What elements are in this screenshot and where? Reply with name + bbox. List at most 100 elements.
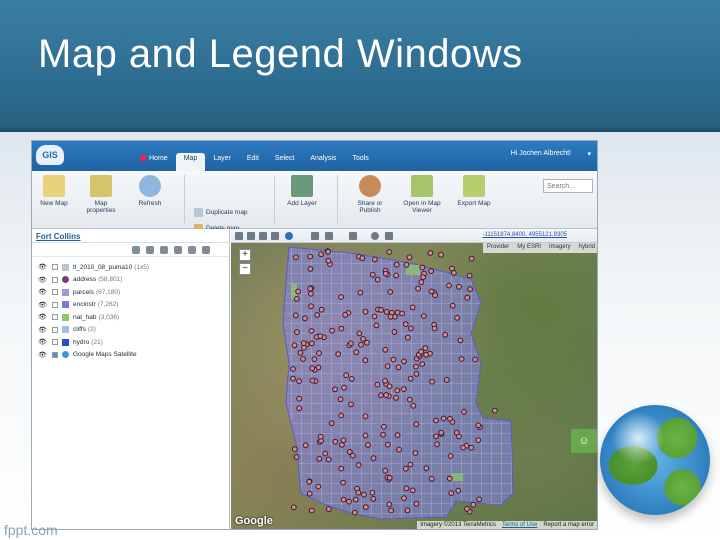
pan-hand-icon[interactable] xyxy=(235,232,243,240)
layer-checkbox[interactable] xyxy=(52,326,58,333)
address-point xyxy=(308,290,314,297)
address-point xyxy=(420,274,427,280)
eye-icon[interactable]: 👁 xyxy=(38,276,48,284)
zoom-out-icon[interactable] xyxy=(259,232,267,240)
map-canvas[interactable]: + − Provider My ESRI Imagery hybrid ☺ Go… xyxy=(231,243,597,529)
address-point xyxy=(393,395,399,401)
list-item[interactable]: 👁 address (58,801) xyxy=(32,274,229,287)
duplicate-map-button[interactable]: Duplicate map xyxy=(194,208,248,217)
tab-layer[interactable]: Layer xyxy=(205,153,239,171)
layer-checkbox[interactable] xyxy=(52,314,58,321)
list-item[interactable]: 👁 encinstr (7,262) xyxy=(32,299,229,312)
eye-icon[interactable]: 👁 xyxy=(38,338,48,346)
tab-select[interactable]: Select xyxy=(267,153,302,171)
address-point xyxy=(446,282,452,289)
edit-icon[interactable] xyxy=(146,246,154,254)
eye-icon[interactable]: 👁 xyxy=(38,326,48,334)
info-icon[interactable] xyxy=(285,232,293,240)
basemap-option[interactable]: Imagery xyxy=(549,244,571,252)
layer-count: (1x5) xyxy=(134,263,150,271)
map-properties-button[interactable]: Map properties xyxy=(80,175,122,214)
layer-checkbox[interactable] xyxy=(52,289,58,296)
settings-icon[interactable] xyxy=(132,246,140,254)
layer-symbol xyxy=(62,276,69,284)
layer-checkbox[interactable] xyxy=(52,276,58,283)
pencil-icon[interactable] xyxy=(385,232,393,240)
address-point xyxy=(407,396,413,403)
list-item[interactable]: 👁 tl_2010_08_puma10 (1x5) xyxy=(32,261,229,274)
address-point xyxy=(394,432,401,439)
globe-icon[interactable] xyxy=(371,232,379,240)
address-point xyxy=(322,450,329,457)
address-point xyxy=(443,377,450,383)
address-point xyxy=(383,309,390,315)
zoom-in-button[interactable]: + xyxy=(239,249,251,261)
list-item[interactable]: 👁 Google Maps Satellite xyxy=(32,349,229,362)
add-layer-button[interactable]: Add Layer xyxy=(282,175,322,207)
share-publish-button[interactable]: Share or Publish xyxy=(348,175,392,214)
measure-icon[interactable] xyxy=(349,232,357,240)
user-greeting[interactable]: Hi Jochen Albrecht! xyxy=(511,150,571,157)
layer-checkbox[interactable] xyxy=(52,351,58,358)
terms-link[interactable]: Terms of Use xyxy=(502,522,537,528)
layer-checkbox[interactable] xyxy=(52,301,58,308)
tab-map[interactable]: Map xyxy=(175,153,206,171)
list-item[interactable]: 👁 parcels (67,180) xyxy=(32,286,229,299)
ribbon-toolbar: New Map Map properties Refresh Duplicate… xyxy=(32,171,597,233)
grid-icon[interactable] xyxy=(202,246,210,254)
select-box-icon[interactable] xyxy=(325,232,333,240)
layer-name: hydro xyxy=(73,338,90,346)
tab-analysis[interactable]: Analysis xyxy=(302,153,344,171)
zoom-out-button[interactable]: − xyxy=(239,263,251,275)
address-point xyxy=(332,386,338,393)
address-point xyxy=(348,376,355,382)
eye-icon[interactable]: 👁 xyxy=(38,351,48,359)
export-map-button[interactable]: Export Map xyxy=(452,175,496,207)
address-point xyxy=(290,366,296,372)
address-point xyxy=(407,461,414,468)
feedback-button[interactable]: ☺ xyxy=(571,429,597,453)
report-error-link[interactable]: Report a map error xyxy=(543,522,594,528)
address-point xyxy=(328,420,335,427)
open-map-viewer-label: Open in Map Viewer xyxy=(403,200,441,214)
eye-icon[interactable]: 👁 xyxy=(38,301,48,309)
address-point xyxy=(383,392,390,398)
new-map-button[interactable]: New Map xyxy=(36,175,72,207)
address-point xyxy=(306,490,313,497)
address-point xyxy=(429,378,435,385)
address-point xyxy=(370,495,377,502)
address-point xyxy=(309,377,316,384)
chevron-down-icon[interactable]: ▾ xyxy=(587,150,591,158)
map-name-link[interactable]: Fort Collins xyxy=(32,229,229,243)
refresh-button[interactable]: Refresh xyxy=(132,175,168,207)
address-point xyxy=(464,294,471,301)
basemap-option[interactable]: hybrid xyxy=(579,244,595,252)
tab-tools[interactable]: Tools xyxy=(344,153,376,171)
eye-icon[interactable]: 👁 xyxy=(38,263,48,271)
basemap-provider[interactable]: Provider xyxy=(487,244,509,252)
layer-checkbox[interactable] xyxy=(52,264,58,271)
eye-icon[interactable]: 👁 xyxy=(38,288,48,296)
open-map-viewer-button[interactable]: Open in Map Viewer xyxy=(402,175,442,214)
tab-edit[interactable]: Edit xyxy=(239,153,267,171)
address-point xyxy=(339,442,345,448)
eye-icon[interactable]: 👁 xyxy=(38,313,48,321)
tab-home[interactable]: Home xyxy=(132,153,176,171)
erase-icon[interactable] xyxy=(160,246,168,254)
list-item[interactable]: 👁 cliffs (2) xyxy=(32,324,229,337)
address-point xyxy=(293,454,300,460)
layer-checkbox[interactable] xyxy=(52,339,58,346)
select-arrow-icon[interactable] xyxy=(311,232,319,240)
address-point xyxy=(348,340,354,347)
tab-label: Home xyxy=(149,155,168,162)
address-point xyxy=(293,254,299,261)
list-item[interactable]: 👁 nat_hab (3,036) xyxy=(32,311,229,324)
zoom-extent-icon[interactable] xyxy=(271,232,279,240)
menu-icon[interactable] xyxy=(174,246,182,254)
layer-symbol xyxy=(62,326,69,334)
basemap-option[interactable]: My ESRI xyxy=(517,244,541,252)
list-item[interactable]: 👁 hydro (21) xyxy=(32,336,229,349)
add-icon[interactable] xyxy=(188,246,196,254)
search-input[interactable] xyxy=(543,179,593,193)
zoom-in-icon[interactable] xyxy=(247,232,255,240)
